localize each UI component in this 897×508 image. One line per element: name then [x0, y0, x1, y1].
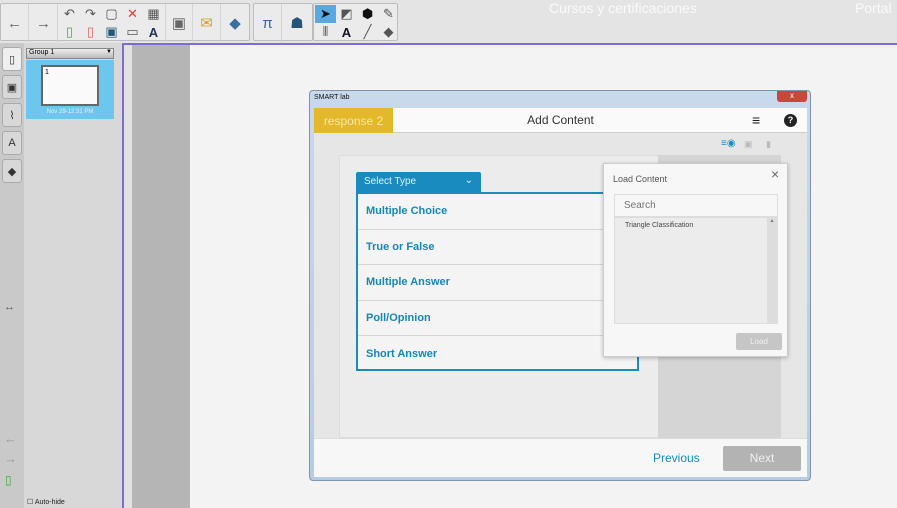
previous-button[interactable]: Previous — [653, 451, 700, 465]
text-icon[interactable]: A — [336, 23, 357, 41]
search-input[interactable] — [614, 194, 778, 217]
load-button[interactable]: Load — [736, 333, 782, 350]
lab-header: response 2 Add Content ≡ ? — [314, 108, 807, 133]
load-content-popup: Load Content × Triangle Classification ▲… — [603, 163, 788, 357]
math-icon[interactable]: π — [254, 4, 282, 42]
chevron-down-icon: ⌄ — [464, 175, 473, 186]
eraser-icon[interactable]: ◆ — [378, 23, 399, 41]
properties-tab-icon[interactable]: A — [2, 131, 22, 155]
attachments-tab-icon[interactable]: ⌇ — [2, 103, 22, 127]
select-type-label: Select Type — [364, 176, 417, 187]
help-icon[interactable]: ? — [784, 114, 797, 127]
content-list: Triangle Classification ▲ — [614, 217, 778, 324]
page-date: Nov 29-12:31 PM — [46, 109, 94, 115]
type-short-answer[interactable]: Short Answer — [358, 336, 637, 372]
save-icon[interactable]: ▣ — [101, 23, 122, 41]
side-tabs: ▯ ▣ ⌇ A ◆ ↔ ← → ▯ — [0, 43, 24, 508]
resize-icon[interactable]: ↔ — [4, 301, 15, 313]
courses-link[interactable]: Cursos y certificaciones — [549, 0, 697, 16]
pen-icon[interactable]: ✎ — [378, 5, 399, 23]
group-label: Group 1 — [29, 49, 55, 56]
autohide-label: Auto-hide — [34, 499, 65, 506]
maps-icon[interactable]: ☗ — [283, 4, 311, 42]
chevron-down-icon: ▼ — [106, 49, 112, 55]
add-page-icon[interactable]: ▯ — [59, 23, 80, 41]
list-scrollbar[interactable]: ▲ — [767, 218, 777, 323]
toolbar-main: ← → ↶ ↷ ▢ ✕ ▦ ▯ ▯ ▣ ▭ A ▣ ✉ ◆ — [0, 3, 250, 42]
smart-lab-window: SMART lab x response 2 Add Content ≡ ? ≡… — [309, 90, 811, 481]
delete-page-icon[interactable]: ▯ — [80, 23, 101, 41]
measure-icon[interactable]: ⫴ — [315, 23, 336, 41]
window-close-button[interactable]: x — [777, 91, 807, 102]
type-poll-opinion[interactable]: Poll/Opinion — [358, 301, 637, 336]
select-type-dropdown[interactable]: Select Type ⌄ — [356, 172, 481, 192]
page-preview: 1 — [41, 65, 99, 106]
fill-icon[interactable]: ⬢ — [357, 5, 378, 23]
addons-tab-icon[interactable]: ◆ — [2, 159, 22, 183]
sorter-scrollbar[interactable] — [122, 43, 132, 508]
group-select[interactable]: Group 1 ▼ — [26, 48, 114, 59]
toolbar-tools: ➤ ◩ ⬢ ✎ ⫴ A ╱ ◆ — [313, 3, 398, 41]
type-multiple-choice[interactable]: Multiple Choice — [358, 194, 637, 230]
table-icon[interactable]: ▦ — [143, 5, 164, 23]
lab-content: response 2 Add Content ≡ ? ≡◉ ▣ ▮ Select… — [314, 108, 807, 477]
list-item[interactable]: Triangle Classification — [615, 218, 777, 233]
page-number: 1 — [45, 69, 49, 76]
add-page-icon[interactable]: ▯ — [5, 473, 12, 487]
undo-icon[interactable]: ↶ — [59, 5, 80, 23]
trash-icon[interactable]: ▮ — [766, 139, 771, 150]
page-sorter: Group 1 ▼ 1 Nov 29-12:31 PM ☐ Auto-hide — [24, 43, 122, 508]
save-icon[interactable]: ▣ — [744, 139, 753, 150]
handwriting-icon[interactable]: A — [143, 23, 164, 41]
forward-arrow-icon[interactable]: → — [30, 4, 58, 42]
type-list: Multiple Choice True or False Multiple A… — [356, 192, 639, 371]
autohide-checkbox[interactable]: ☐ Auto-hide — [27, 498, 65, 506]
screen-shade-icon[interactable]: ▭ — [122, 23, 143, 41]
lab-footer: Previous Next — [314, 438, 807, 477]
page-thumbnail[interactable]: 1 Nov 29-12:31 PM — [26, 60, 114, 119]
prev-page-icon[interactable]: ← — [4, 431, 17, 446]
menu-icon[interactable]: ≡ — [752, 112, 760, 128]
type-true-or-false[interactable]: True or False — [358, 230, 637, 265]
select-icon[interactable]: ➤ — [315, 5, 336, 23]
toolbar-addons: π ☗ — [253, 3, 313, 42]
window-title: SMART lab — [314, 94, 350, 101]
close-icon[interactable]: × — [771, 166, 779, 182]
paste-icon[interactable]: ▢ — [101, 5, 122, 23]
type-multiple-answer[interactable]: Multiple Answer — [358, 265, 637, 301]
page-sorter-tab-icon[interactable]: ▯ — [2, 47, 22, 71]
back-arrow-icon[interactable]: ← — [1, 4, 29, 42]
canvas-margin — [132, 45, 190, 508]
portal-link[interactable]: Portal — [855, 0, 892, 16]
next-page-icon[interactable]: → — [4, 451, 17, 466]
next-button[interactable]: Next — [723, 446, 801, 471]
activities-icon[interactable]: ✉ — [193, 4, 221, 42]
shapes-icon[interactable]: ◩ — [336, 5, 357, 23]
load-icon[interactable]: ≡◉ — [721, 138, 736, 149]
delete-icon[interactable]: ✕ — [122, 5, 143, 23]
line-icon[interactable]: ╱ — [357, 23, 378, 41]
response-tab[interactable]: response 2 — [314, 108, 393, 133]
lab-addin-icon[interactable]: ◆ — [221, 4, 249, 42]
gallery-tab-icon[interactable]: ▣ — [2, 75, 22, 99]
display-icon[interactable]: ▣ — [165, 4, 193, 42]
load-title: Load Content — [613, 174, 668, 184]
redo-icon[interactable]: ↷ — [80, 5, 101, 23]
